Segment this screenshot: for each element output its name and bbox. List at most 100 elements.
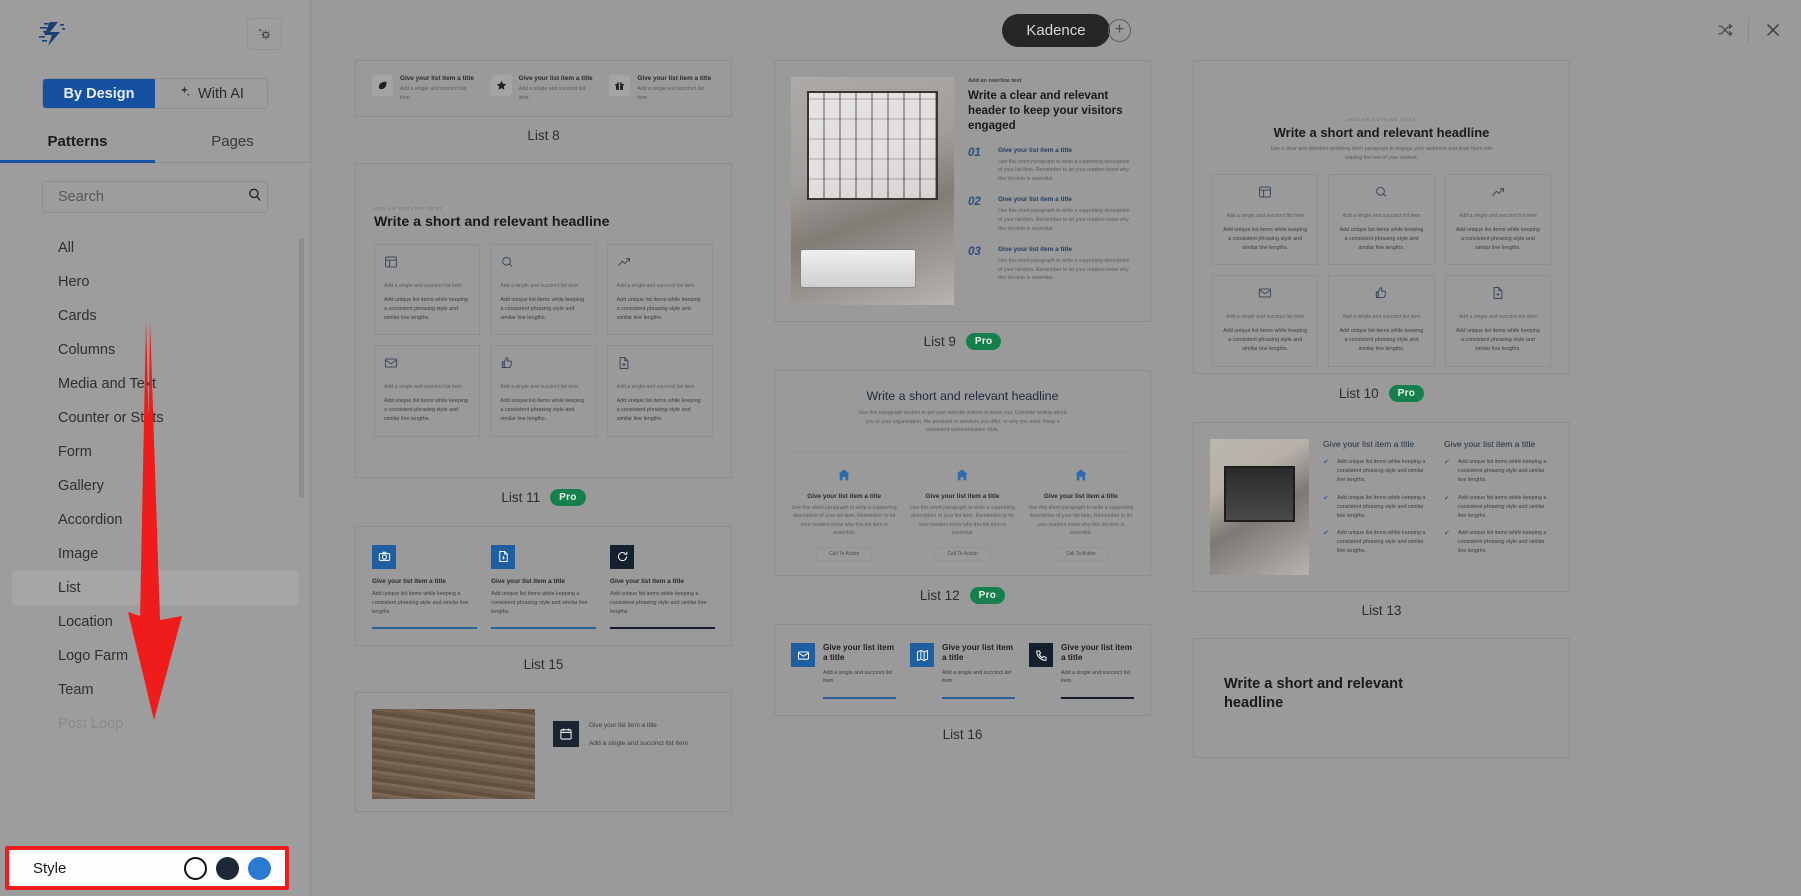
- feature-card: Add a single and succinct list item Add …: [374, 345, 481, 437]
- file-plus-icon: [1491, 287, 1505, 304]
- pattern-column-2: Add an overline text Write a clear and r…: [774, 60, 1151, 896]
- category-form[interactable]: Form: [12, 435, 298, 469]
- sparkle-icon: [178, 85, 191, 102]
- pattern-name: List 9: [923, 334, 956, 349]
- category-all[interactable]: All: [12, 231, 298, 265]
- category-label: All: [58, 240, 75, 256]
- style-swatch-blue[interactable]: [248, 856, 271, 880]
- category-media-and-text[interactable]: Media and Text: [12, 367, 298, 401]
- pro-badge: Pro: [1388, 385, 1425, 402]
- category-label: Gallery: [58, 478, 104, 494]
- feature-desc: Add unique list items while keeping a co…: [616, 296, 701, 321]
- pattern-card-list-12[interactable]: Write a short and relevant headline Use …: [774, 370, 1151, 577]
- segment-with-ai[interactable]: With AI: [155, 79, 267, 108]
- list-item-title: Give your list item a title: [637, 75, 712, 82]
- style-swatch-white[interactable]: [184, 856, 207, 880]
- headline: Write a clear and relevant header to kee…: [968, 89, 1123, 132]
- category-location[interactable]: Location: [12, 605, 298, 639]
- category-team[interactable]: Team: [12, 673, 298, 707]
- check-icon: ✔: [1323, 530, 1329, 538]
- ai-settings-button[interactable]: [247, 18, 282, 50]
- close-icon[interactable]: [1763, 20, 1783, 40]
- check-item: ✔ Add unique list items while keeping a …: [1444, 458, 1553, 485]
- pattern-card-list-13[interactable]: Give your list item a title ✔ Add unique…: [1193, 422, 1570, 592]
- feature-title: Add a single and succinct list item: [1458, 314, 1537, 321]
- category-post-loop[interactable]: Post Loop: [12, 707, 298, 741]
- pattern-card-list-10[interactable]: ADD AN OUTLINE TEXT Write a short and re…: [1193, 60, 1570, 374]
- pattern-card-list-15[interactable]: Give your list item a title Add unique l…: [355, 525, 732, 647]
- shuffle-icon[interactable]: [1716, 21, 1734, 39]
- list-item-title: Give your list item a title: [491, 577, 565, 585]
- feature-card: Add a single and succinct list item Add …: [374, 244, 481, 336]
- pattern-card-list-8[interactable]: Give your list item a title Add a single…: [355, 60, 732, 118]
- design-set-pill[interactable]: Kadence: [1002, 13, 1110, 47]
- pro-badge: Pro: [550, 488, 586, 506]
- checklist-column: Give your list item a title ✔ Add unique…: [1323, 439, 1432, 575]
- laptop-coffee-desk-photo: [1210, 439, 1309, 575]
- feature-card: Add a single and succinct list item Add …: [606, 345, 713, 437]
- add-design-set-button[interactable]: +: [1108, 18, 1131, 42]
- home-icon: [1074, 469, 1088, 486]
- list-item: Give your list item a title Add a single…: [609, 75, 715, 102]
- divider: [1061, 697, 1134, 699]
- list-item-desc: Add unique list items while keeping a co…: [372, 590, 469, 615]
- category-columns[interactable]: Columns: [12, 333, 298, 367]
- search-input[interactable]: [56, 188, 247, 206]
- feature-card: Add a single and succinct list item Add …: [606, 244, 713, 336]
- pattern-grid: Give your list item a title Add a single…: [311, 60, 1801, 896]
- style-swatch-dark[interactable]: [216, 856, 239, 880]
- mail-icon: [791, 643, 815, 668]
- feature-desc: Add unique list items while keeping a co…: [500, 398, 585, 422]
- list-item-title: Give your list item a title: [372, 577, 446, 585]
- list-item-title: Give your list item a title: [998, 196, 1072, 204]
- category-cards[interactable]: Cards: [12, 299, 298, 333]
- segment-by-design[interactable]: By Design: [43, 79, 155, 108]
- pattern-name: List 16: [942, 726, 983, 742]
- pattern-card-list-11[interactable]: ADD AN OUTLINE TEXT Write a short and re…: [355, 163, 732, 478]
- category-logo-farm[interactable]: Logo Farm: [12, 639, 298, 673]
- pattern-card-partial-bottom-right[interactable]: Write a short and relevant headline: [1193, 638, 1570, 758]
- divider: [942, 697, 1015, 699]
- list-item-title: Give your list item a title: [823, 643, 894, 663]
- cta-button[interactable]: Call To Action: [816, 547, 873, 562]
- category-list[interactable]: List: [12, 571, 298, 605]
- list-item: Give your list item a title Add unique l…: [491, 544, 596, 630]
- pattern-card-list-9[interactable]: Add an overline text Write a clear and r…: [774, 60, 1151, 322]
- leaf-icon: [372, 75, 393, 96]
- pattern-name: List 12: [919, 588, 960, 604]
- pattern-card-partial-bottom-left[interactable]: Give your list item a title Add a single…: [355, 692, 732, 813]
- category-counter-or-stats[interactable]: Counter or Stats: [12, 401, 298, 435]
- map-icon: [910, 643, 934, 668]
- style-swatches: [184, 856, 271, 880]
- cta-button[interactable]: Call To Action: [934, 547, 991, 562]
- feature-card: Add a single and succinct list item Add …: [1328, 275, 1435, 367]
- list-item-desc: Add a single and succinct list item.: [400, 86, 467, 101]
- category-accordion[interactable]: Accordion: [12, 503, 298, 537]
- headline: Write a short and relevant headline: [374, 214, 610, 231]
- feature-desc: Add unique list items while keeping a co…: [1339, 226, 1424, 251]
- category-gallery[interactable]: Gallery: [12, 469, 298, 503]
- list-item-title: Give your list item a title: [998, 146, 1072, 154]
- cta-button[interactable]: Call To Action: [1052, 547, 1109, 562]
- style-bar[interactable]: Style: [5, 846, 289, 890]
- sidebar-scrollbar[interactable]: [299, 238, 304, 498]
- category-image[interactable]: Image: [12, 537, 298, 571]
- numbered-list-item: 03 Give your list item a title Use this …: [968, 246, 1134, 283]
- pattern-label-list-13: List 13: [1193, 592, 1570, 638]
- tab-patterns[interactable]: Patterns: [0, 129, 155, 163]
- feature-desc: Add unique list items while keeping a co…: [384, 398, 468, 422]
- check-icon: ✔: [1444, 494, 1450, 502]
- feature-title: Add a single and succinct list item: [1226, 314, 1305, 321]
- category-label: Accordion: [58, 512, 123, 528]
- search-icon[interactable]: [247, 187, 263, 208]
- search-field[interactable]: [42, 181, 268, 213]
- check-text: Add unique list items while keeping a co…: [1337, 530, 1426, 555]
- list-item-title: Give your list item a title: [942, 643, 1013, 663]
- mail-icon: [384, 357, 398, 374]
- list-item-title: Give your list item a title: [589, 722, 657, 730]
- pattern-card-list-16[interactable]: Give your list item a title Add a single…: [774, 624, 1151, 716]
- feature-title: Add a single and succinct list item: [1458, 213, 1537, 220]
- tab-pages[interactable]: Pages: [155, 129, 310, 162]
- category-hero[interactable]: Hero: [12, 265, 298, 299]
- list-item-desc: Use this short paragraph to write a supp…: [998, 208, 1130, 232]
